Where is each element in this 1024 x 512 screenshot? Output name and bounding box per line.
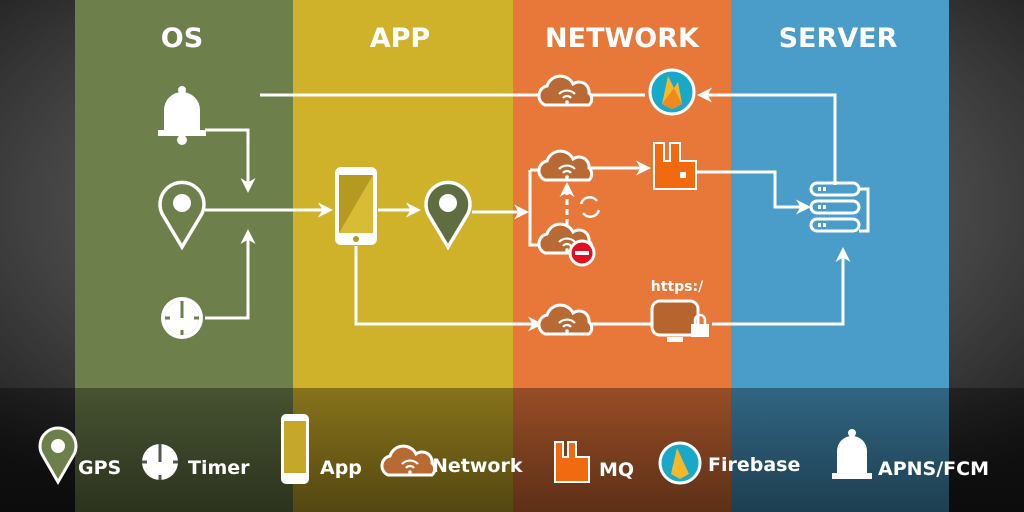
svg-text:App: App bbox=[320, 457, 362, 479]
column-header-network: NETWORK bbox=[545, 23, 700, 54]
svg-text:APNS/FCM: APNS/FCM bbox=[878, 458, 989, 480]
notification-architecture-diagram: OS APP NETWORK SERVER https:/ GPS Timer … bbox=[0, 0, 1024, 512]
svg-text:Firebase: Firebase bbox=[708, 454, 800, 476]
https-label: https:/ bbox=[651, 279, 704, 295]
blocked-icon bbox=[568, 239, 596, 267]
svg-text:Network: Network bbox=[432, 455, 523, 477]
smartphone-icon bbox=[335, 167, 377, 245]
svg-text:GPS: GPS bbox=[78, 457, 121, 479]
column-header-os: OS bbox=[161, 23, 203, 54]
svg-text:Timer: Timer bbox=[188, 457, 250, 479]
timer-icon bbox=[161, 297, 203, 339]
svg-text:MQ: MQ bbox=[599, 459, 634, 481]
column-header-server: SERVER bbox=[779, 23, 898, 54]
column-header-app: APP bbox=[370, 23, 430, 54]
firebase-icon bbox=[648, 68, 696, 116]
